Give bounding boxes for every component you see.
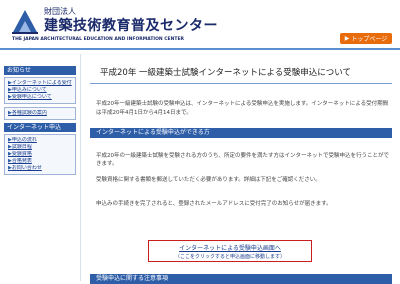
site-header: 財団法人 建築技術教育普及センター THE JAPAN ARCHITECTURA… <box>0 0 400 48</box>
apply-box: インターネットによる受験申込画面へ （ここをクリックすると申込画面に移動します） <box>148 240 312 262</box>
sidebar-item[interactable]: ▶各種試験の案内 <box>8 110 72 117</box>
top-page-button[interactable]: ▶ トップページ <box>340 33 392 44</box>
logo-icon[interactable] <box>10 6 40 36</box>
sidebar-item[interactable]: ▶受験申込について <box>8 94 72 101</box>
sidebar-item[interactable]: ▶申込みについて <box>8 87 72 94</box>
top-page-label: トップページ <box>351 36 388 43</box>
header-divider <box>0 48 400 50</box>
arrow-right-icon: ▶ <box>344 35 350 42</box>
page-title: 平成20年 一級建築士試験インターネットによる受験申込について <box>90 62 392 84</box>
sidebar-item[interactable]: ▶合格発表 <box>8 158 72 165</box>
apply-link[interactable]: インターネットによる受験申込画面へ <box>149 243 311 252</box>
apply-subtext: （ここをクリックすると申込画面に移動します） <box>174 254 285 260</box>
sidebar-item[interactable]: ▶試験日程 <box>8 144 72 151</box>
intro-text: 平成20年一級建築士試験の受験申込は、インターネットによる受験申込を実施します。… <box>96 101 389 116</box>
org-english-name: THE JAPAN ARCHITECTURAL EDUCATION AND IN… <box>12 37 184 42</box>
sidebar-item[interactable]: ▶受験資格 <box>8 151 72 158</box>
sidebar-item[interactable]: ▶お問い合わせ <box>8 165 72 172</box>
sidebar-section-head: お知らせ <box>4 66 76 75</box>
section-head: インターネットによる受験申込ができる方 <box>90 128 392 138</box>
sidebar-divider <box>80 54 81 281</box>
sidebar-item[interactable]: ▶申込の流れ <box>8 137 72 144</box>
org-name: 建築技術教育普及センター <box>44 18 218 34</box>
sidebar-exam-box: ▶各種試験の案内 <box>4 107 76 120</box>
sidebar: お知らせ ▶インターネットによる受付 ▶申込みについて ▶受験申込について ▶各… <box>4 66 76 281</box>
sidebar-news-box: ▶インターネットによる受付 ▶申込みについて ▶受験申込について <box>4 77 76 104</box>
section-paragraph: 受験資格に関する書類を郵送していただく必要があります。詳細は下記をご確認ください… <box>96 177 321 183</box>
sidebar-online-box: ▶申込の流れ ▶試験日程 ▶受験資格 ▶合格発表 ▶お問い合わせ <box>4 134 76 175</box>
main-content: 平成20年 一級建築士試験インターネットによる受験申込について 平成20年一級建… <box>90 62 392 284</box>
section-paragraph: 平成20年の一級建築士試験を受験される方のうち、所定の要件を満たす方はインターネ… <box>96 153 390 167</box>
section-paragraph: 申込みの手続きを完了されると、登録されたメールアドレスに受付完了のお知らせが届き… <box>96 201 332 207</box>
sidebar-item[interactable]: ▶インターネットによる受付 <box>8 80 72 87</box>
sidebar-section-head: インターネット申込 <box>4 123 76 132</box>
section-head: 受験申込に関する注意事項 <box>90 274 392 284</box>
